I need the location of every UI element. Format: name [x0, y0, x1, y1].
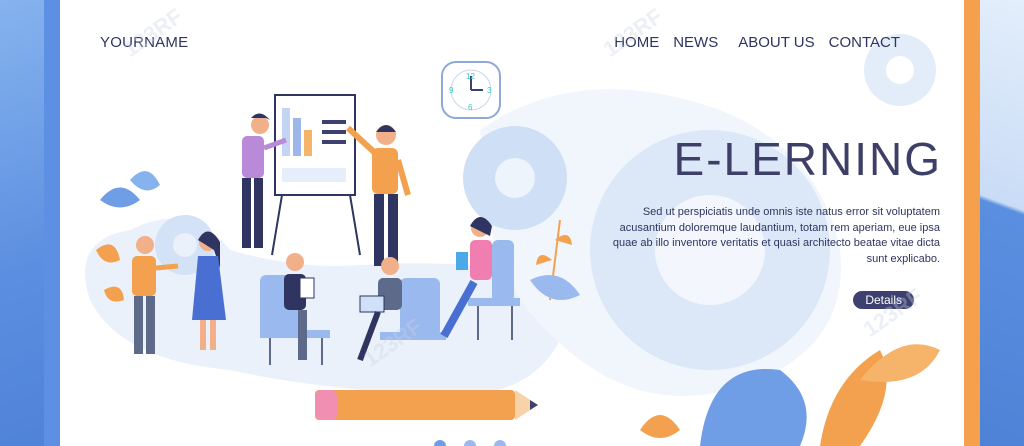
hero-title: E-LERNING: [673, 133, 942, 185]
svg-text:12: 12: [466, 72, 475, 81]
nav-contact[interactable]: CONTACT: [829, 34, 900, 51]
svg-text:3: 3: [487, 86, 492, 95]
flipchart-board: [271, 94, 361, 256]
carousel-dot: [464, 440, 476, 446]
pencil-icon: [315, 390, 538, 420]
gear-icon-medium: [463, 126, 567, 230]
hero-description: Sed ut perspiciatis unde omnis iste natu…: [612, 206, 940, 265]
nav-news[interactable]: NEWS: [673, 34, 718, 51]
svg-text:6: 6: [468, 103, 473, 112]
nav-about-us[interactable]: ABOUT US: [738, 34, 814, 51]
person-pointing: [345, 125, 411, 266]
details-button[interactable]: Details: [853, 291, 914, 309]
main-nav: HOME NEWS ABOUT US CONTACT: [614, 34, 900, 51]
carousel-dot: [434, 440, 446, 446]
nav-home[interactable]: HOME: [614, 34, 659, 51]
clock-icon: 12 3 6 9: [441, 61, 501, 119]
carousel-dot: [494, 440, 506, 446]
svg-text:9: 9: [449, 86, 454, 95]
landing-page-card: 12 3 6 9 YOURNAME HOME NEWS ABOUT US CON…: [44, 0, 980, 446]
brand-logo-text[interactable]: YOURNAME: [100, 34, 188, 51]
